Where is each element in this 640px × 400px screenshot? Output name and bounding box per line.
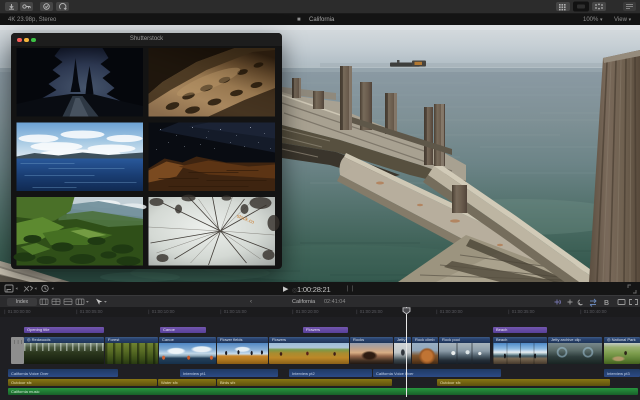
svg-text:B: B (604, 300, 609, 307)
